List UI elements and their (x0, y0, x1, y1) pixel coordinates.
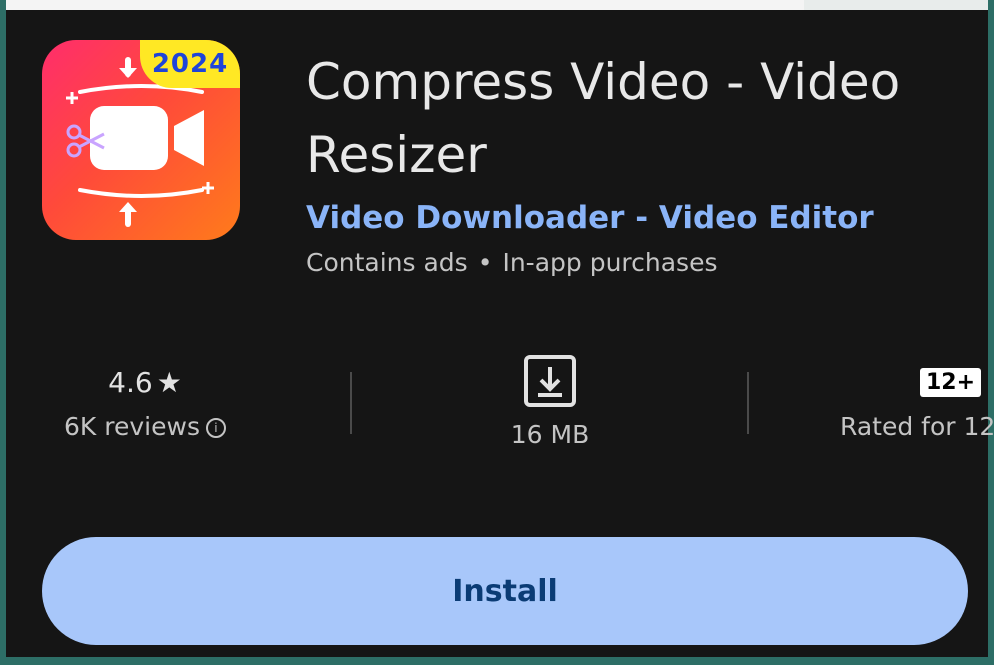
year-badge: 2024 (140, 40, 240, 88)
size-label: 16 MB (510, 420, 590, 449)
rating-value-row: 4.6 ★ (40, 362, 250, 402)
in-app-purchases-label: In-app purchases (502, 248, 718, 277)
age-rating-label: Rated for 12 (840, 412, 994, 441)
info-icon[interactable]: i (205, 418, 226, 438)
developer-link[interactable]: Video Downloader - Video Editor (306, 200, 874, 236)
app-icon: 2024 (42, 40, 240, 240)
age-badge-row: 12+ (840, 362, 994, 402)
age-rating-stat[interactable]: 12+ Rated for 12 (840, 362, 994, 441)
window-frame-right (988, 0, 994, 665)
rating-value: 4.6 (108, 365, 153, 399)
meta-separator: • (477, 248, 493, 277)
size-stat: 16 MB (455, 352, 645, 449)
app-title: Compress Video - Video Resizer (306, 53, 901, 184)
stat-divider (747, 372, 749, 434)
reviews-row: 6K reviews i (40, 412, 250, 441)
window-frame-top-right (804, 0, 994, 10)
app-meta: Contains ads • In-app purchases (306, 248, 717, 277)
rating-stat[interactable]: 4.6 ★ 6K reviews i (40, 362, 250, 441)
window-frame-left (0, 0, 6, 665)
window-frame-bottom (0, 657, 994, 665)
install-button[interactable]: Install (42, 537, 968, 645)
stat-divider (350, 372, 352, 434)
download-icon-wrap (455, 352, 645, 410)
contains-ads-label: Contains ads (306, 248, 468, 277)
download-box-icon (524, 355, 576, 407)
age-rating-badge: 12+ (920, 367, 982, 397)
star-icon: ★ (156, 365, 182, 399)
reviews-count: 6K reviews (64, 412, 200, 441)
